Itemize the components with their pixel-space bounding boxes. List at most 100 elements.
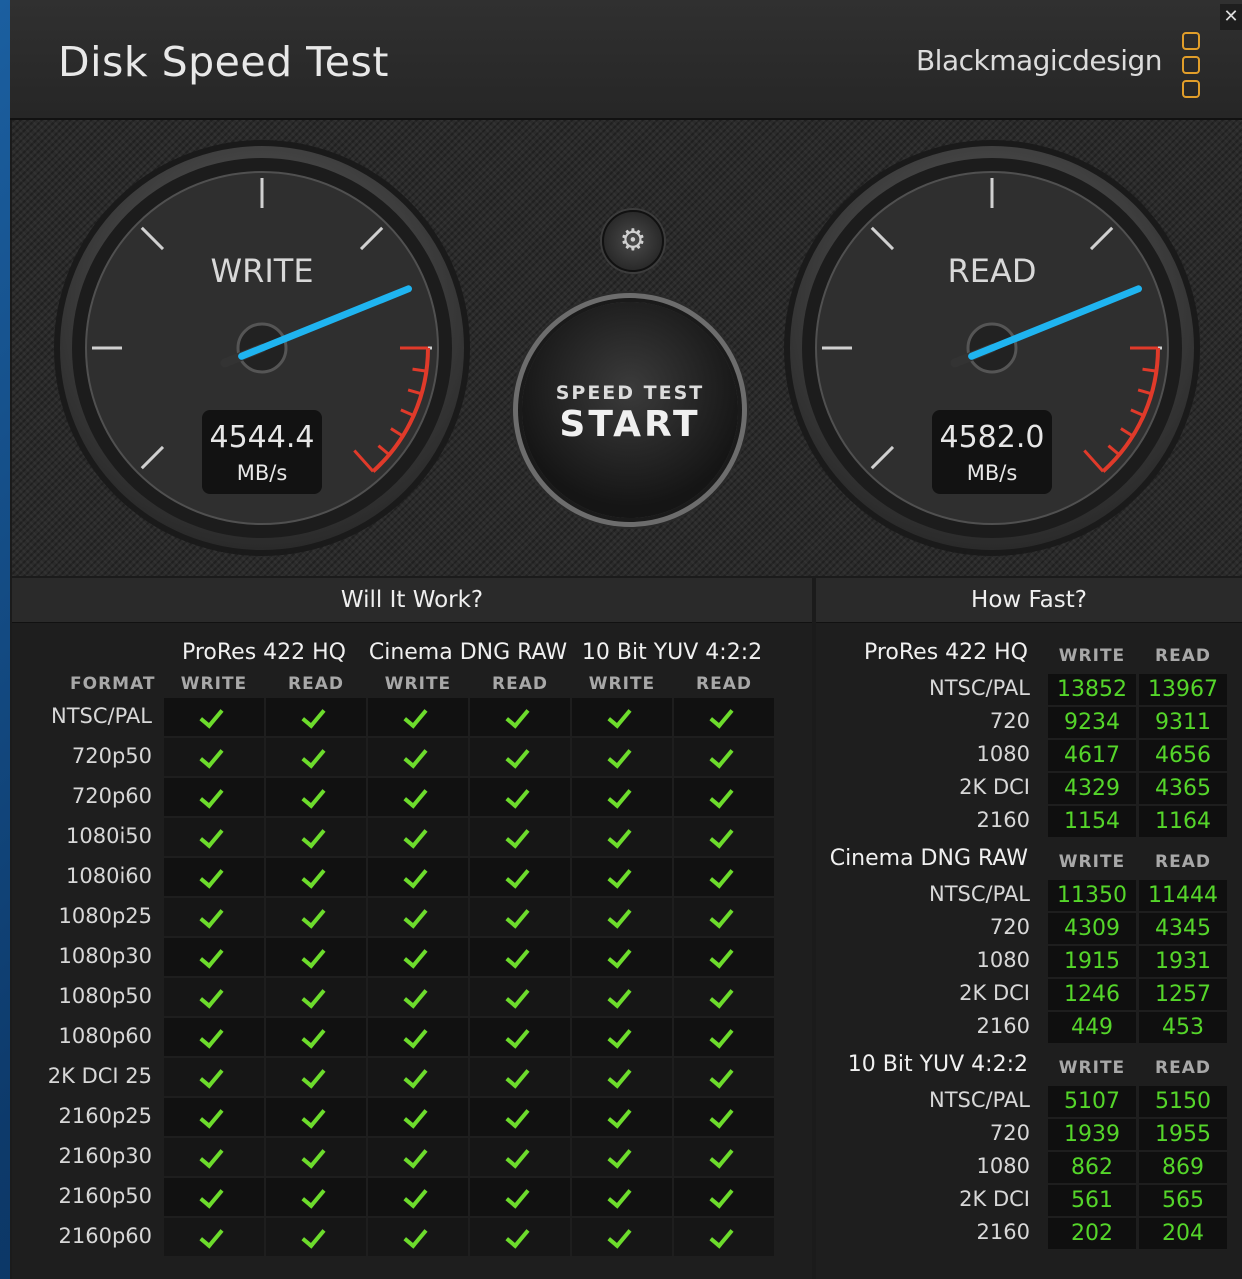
support-cell bbox=[266, 1098, 366, 1136]
support-cell bbox=[572, 898, 672, 936]
support-cell bbox=[674, 858, 774, 896]
speed-value-write: 862 bbox=[1048, 1152, 1136, 1183]
close-button[interactable]: ✕ bbox=[1220, 4, 1242, 30]
read-gauge-label: READ bbox=[947, 252, 1037, 290]
format-label: 1080p25 bbox=[58, 904, 153, 928]
checkmark-icon bbox=[403, 703, 428, 729]
checkmark-icon bbox=[607, 1183, 632, 1209]
write-speed-value: 4544.4 bbox=[209, 420, 315, 455]
how-fast-row-label: 2K DCI bbox=[959, 1187, 1030, 1211]
format-label: 1080p30 bbox=[58, 944, 153, 968]
table-row: 1080p25 bbox=[12, 898, 812, 938]
support-cell bbox=[164, 1138, 264, 1176]
support-cell bbox=[164, 778, 264, 816]
checkmark-icon bbox=[607, 783, 632, 809]
how-fast-codec-title: ProRes 422 HQ bbox=[863, 640, 1028, 665]
how-fast-column-header: READ bbox=[1155, 646, 1211, 666]
table-row: 1080i60 bbox=[12, 858, 812, 898]
support-cell bbox=[266, 1178, 366, 1216]
checkmark-icon bbox=[607, 1223, 632, 1249]
support-cell bbox=[164, 978, 264, 1016]
support-cell bbox=[266, 1058, 366, 1096]
checkmark-icon bbox=[709, 1023, 734, 1049]
support-cell bbox=[266, 978, 366, 1016]
checkmark-icon bbox=[301, 743, 326, 769]
support-cell bbox=[164, 738, 264, 776]
support-cell bbox=[368, 858, 468, 896]
checkmark-icon bbox=[709, 743, 734, 769]
how-fast-row-label: NTSC/PAL bbox=[929, 882, 1030, 906]
checkmark-icon bbox=[607, 743, 632, 769]
checkmark-icon bbox=[199, 1223, 224, 1249]
support-cell bbox=[674, 1218, 774, 1256]
read-gauge-dial bbox=[784, 140, 1200, 556]
checkmark-icon bbox=[301, 1063, 326, 1089]
how-fast-column-header: READ bbox=[1155, 852, 1211, 872]
checkmark-icon bbox=[403, 1023, 428, 1049]
speed-value-read: 453 bbox=[1139, 1012, 1227, 1043]
checkmark-icon bbox=[505, 983, 530, 1009]
checkmark-icon bbox=[199, 783, 224, 809]
table-row: 2160p50 bbox=[12, 1178, 812, 1218]
speed-value-read: 869 bbox=[1139, 1152, 1227, 1183]
checkmark-icon bbox=[505, 863, 530, 889]
checkmark-icon bbox=[505, 703, 530, 729]
support-cell bbox=[266, 938, 366, 976]
codec-header: 10 Bit YUV 4:2:2 bbox=[581, 640, 763, 665]
support-cell bbox=[674, 1138, 774, 1176]
support-cell bbox=[368, 938, 468, 976]
checkmark-icon bbox=[709, 1103, 734, 1129]
speed-value-write: 4329 bbox=[1048, 773, 1136, 804]
how-fast-row-label: NTSC/PAL bbox=[929, 1088, 1030, 1112]
support-cell bbox=[368, 1018, 468, 1056]
speed-value-write: 9234 bbox=[1048, 707, 1136, 738]
table-row: 2K DCI 25 bbox=[12, 1058, 812, 1098]
checkmark-icon bbox=[505, 823, 530, 849]
support-cell bbox=[164, 1058, 264, 1096]
support-cell bbox=[368, 898, 468, 936]
column-header-write: WRITE bbox=[180, 674, 248, 694]
support-cell bbox=[470, 1018, 570, 1056]
support-cell bbox=[368, 1218, 468, 1256]
read-speed-value: 4582.0 bbox=[939, 420, 1045, 455]
checkmark-icon bbox=[403, 1223, 428, 1249]
speed-value-write: 1939 bbox=[1048, 1119, 1136, 1150]
speed-value-write: 4617 bbox=[1048, 740, 1136, 771]
format-label: 720p50 bbox=[71, 744, 152, 768]
checkmark-icon bbox=[505, 743, 530, 769]
support-cell bbox=[572, 1098, 672, 1136]
format-label: 1080i60 bbox=[66, 864, 152, 888]
checkmark-icon bbox=[301, 703, 326, 729]
support-cell bbox=[572, 1018, 672, 1056]
checkmark-icon bbox=[199, 1183, 224, 1209]
speed-value-write: 5107 bbox=[1048, 1086, 1136, 1117]
how-fast-row-label: 1080 bbox=[976, 948, 1030, 972]
support-cell bbox=[572, 1218, 672, 1256]
format-column-header: FORMAT bbox=[70, 674, 156, 694]
support-cell bbox=[368, 1098, 468, 1136]
how-fast-row-label: 1080 bbox=[976, 1154, 1030, 1178]
format-label: NTSC/PAL bbox=[51, 704, 152, 728]
support-cell bbox=[572, 1178, 672, 1216]
speed-value-write: 449 bbox=[1048, 1012, 1136, 1043]
checkmark-icon bbox=[403, 743, 428, 769]
table-row: 720p50 bbox=[12, 738, 812, 778]
checkmark-icon bbox=[403, 823, 428, 849]
column-header-read: READ bbox=[288, 674, 344, 694]
checkmark-icon bbox=[709, 823, 734, 849]
support-cell bbox=[674, 1098, 774, 1136]
support-cell bbox=[572, 858, 672, 896]
format-label: 1080p60 bbox=[58, 1024, 153, 1048]
support-cell bbox=[470, 858, 570, 896]
support-cell bbox=[674, 778, 774, 816]
speed-test-start-button[interactable]: SPEED TEST START bbox=[522, 302, 738, 518]
format-label: 2160p25 bbox=[58, 1104, 153, 1128]
support-cell bbox=[164, 898, 264, 936]
checkmark-icon bbox=[199, 863, 224, 889]
speed-value-read: 9311 bbox=[1139, 707, 1227, 738]
settings-gear-icon[interactable]: ⚙ bbox=[602, 210, 664, 272]
checkmark-icon bbox=[199, 1143, 224, 1169]
support-cell bbox=[674, 818, 774, 856]
speed-value-write: 4309 bbox=[1048, 913, 1136, 944]
how-fast-row-label: 1080 bbox=[976, 742, 1030, 766]
